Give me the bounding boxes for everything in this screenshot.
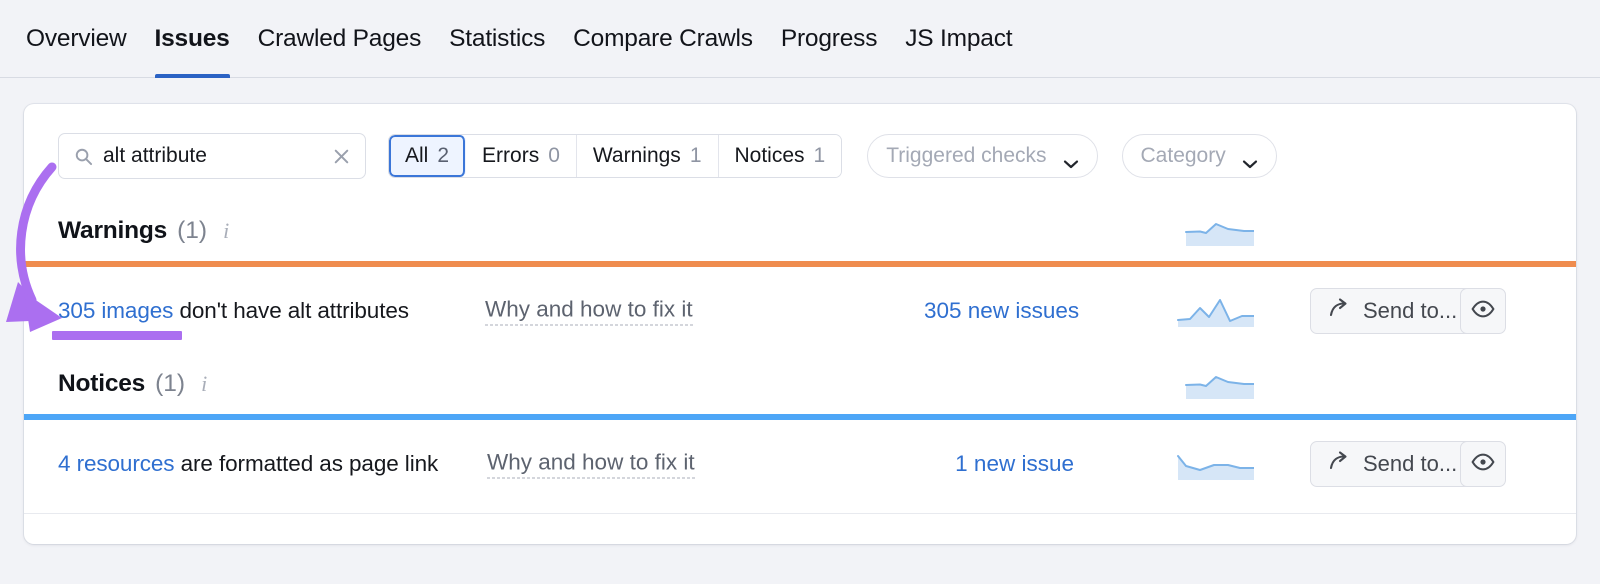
filter-label: Errors xyxy=(482,144,540,167)
send-to-button[interactable]: Send to... xyxy=(1310,441,1477,487)
section-header-warnings: Warnings (1) i xyxy=(58,212,1576,250)
section-count: (1) xyxy=(155,370,186,397)
filter-notices[interactable]: Notices 1 xyxy=(718,135,842,177)
issue-text: don't have alt attributes xyxy=(173,298,409,323)
filter-toolbar: All 2 Errors 0 Warnings 1 Notices 1 Trig… xyxy=(58,133,1277,179)
tab-overview[interactable]: Overview xyxy=(26,0,141,78)
filter-count: 1 xyxy=(689,144,702,167)
severity-filter-group: All 2 Errors 0 Warnings 1 Notices 1 xyxy=(388,134,843,178)
section-title: Warnings xyxy=(58,217,168,244)
issue-description: 305 images don't have alt attributes xyxy=(58,298,409,324)
tab-progress[interactable]: Progress xyxy=(767,0,891,78)
send-to-button[interactable]: Send to... xyxy=(1310,288,1477,334)
tab-label: Issues xyxy=(154,25,230,52)
notices-accent-bar xyxy=(24,414,1576,420)
dropdown-label: Category xyxy=(1140,144,1226,167)
new-issues-link[interactable]: 1 new issue xyxy=(924,451,1074,477)
tab-list: Overview Issues Crawled Pages Statistics… xyxy=(26,0,1026,78)
why-and-how-link[interactable]: Why and how to fix it xyxy=(485,297,693,326)
issue-sparkline xyxy=(1176,448,1254,480)
search-input[interactable] xyxy=(103,134,317,178)
search-box[interactable] xyxy=(58,133,366,179)
tab-label: Overview xyxy=(26,25,127,52)
tab-label: Crawled Pages xyxy=(257,25,422,52)
tab-label: Statistics xyxy=(449,25,546,52)
close-icon[interactable] xyxy=(331,146,352,167)
send-to-label: Send to... xyxy=(1363,451,1458,476)
issues-card: All 2 Errors 0 Warnings 1 Notices 1 Trig… xyxy=(24,104,1576,544)
section-count: (1) xyxy=(177,217,208,244)
info-icon[interactable]: i xyxy=(201,373,207,395)
tab-issues[interactable]: Issues xyxy=(141,0,244,78)
section-title: Notices xyxy=(58,370,146,397)
share-arrow-icon xyxy=(1329,298,1351,324)
tab-bar: Overview Issues Crawled Pages Statistics… xyxy=(0,0,1600,78)
info-icon[interactable]: i xyxy=(223,220,229,242)
issue-sparkline xyxy=(1176,295,1254,327)
row-separator xyxy=(24,513,1576,514)
issue-row-warning[interactable]: 305 images don't have alt attributes Why… xyxy=(24,274,1576,348)
filter-count: 0 xyxy=(548,144,560,167)
tab-js-impact[interactable]: JS Impact xyxy=(891,0,1026,78)
eye-icon xyxy=(1471,300,1495,323)
issue-row-notice[interactable]: 4 resources are formatted as page link W… xyxy=(24,427,1576,501)
filter-warnings[interactable]: Warnings 1 xyxy=(576,135,719,177)
filter-label: Notices xyxy=(734,144,805,167)
section-sparkline-notices xyxy=(1176,367,1254,399)
filter-all[interactable]: All 2 xyxy=(389,135,467,177)
filter-label: All xyxy=(405,144,429,167)
warnings-accent-bar xyxy=(24,261,1576,267)
eye-button[interactable] xyxy=(1460,441,1506,487)
issue-text: are formatted as page link xyxy=(174,451,439,476)
filter-errors[interactable]: Errors 0 xyxy=(466,135,577,177)
filter-count: 1 xyxy=(813,144,826,167)
chevron-down-icon xyxy=(1063,151,1079,169)
share-arrow-icon xyxy=(1329,451,1351,477)
tab-label: Progress xyxy=(780,25,878,52)
eye-icon xyxy=(1471,453,1495,476)
chevron-down-icon xyxy=(1242,151,1258,169)
issue-description: 4 resources are formatted as page link xyxy=(58,451,438,477)
search-icon xyxy=(74,147,93,166)
tab-crawled-pages[interactable]: Crawled Pages xyxy=(244,0,436,78)
send-to-label: Send to... xyxy=(1363,298,1458,323)
tab-compare-crawls[interactable]: Compare Crawls xyxy=(559,0,767,78)
triggered-checks-dropdown[interactable]: Triggered checks xyxy=(867,134,1098,178)
issues-page: Overview Issues Crawled Pages Statistics… xyxy=(0,0,1600,584)
tab-statistics[interactable]: Statistics xyxy=(435,0,559,78)
issue-link[interactable]: 4 resources xyxy=(58,451,175,476)
new-issues-link[interactable]: 305 new issues xyxy=(924,298,1079,324)
tab-label: JS Impact xyxy=(905,25,1013,52)
section-sparkline-warnings xyxy=(1176,214,1254,246)
eye-button[interactable] xyxy=(1460,288,1506,334)
why-and-how-link[interactable]: Why and how to fix it xyxy=(487,450,695,479)
tab-label: Compare Crawls xyxy=(573,25,753,52)
filter-label: Warnings xyxy=(592,144,681,167)
category-dropdown[interactable]: Category xyxy=(1121,134,1277,178)
section-header-notices: Notices (1) i xyxy=(58,365,1576,403)
filter-count: 2 xyxy=(437,144,450,167)
issue-link[interactable]: 305 images xyxy=(58,298,173,323)
dropdown-label: Triggered checks xyxy=(886,144,1047,167)
